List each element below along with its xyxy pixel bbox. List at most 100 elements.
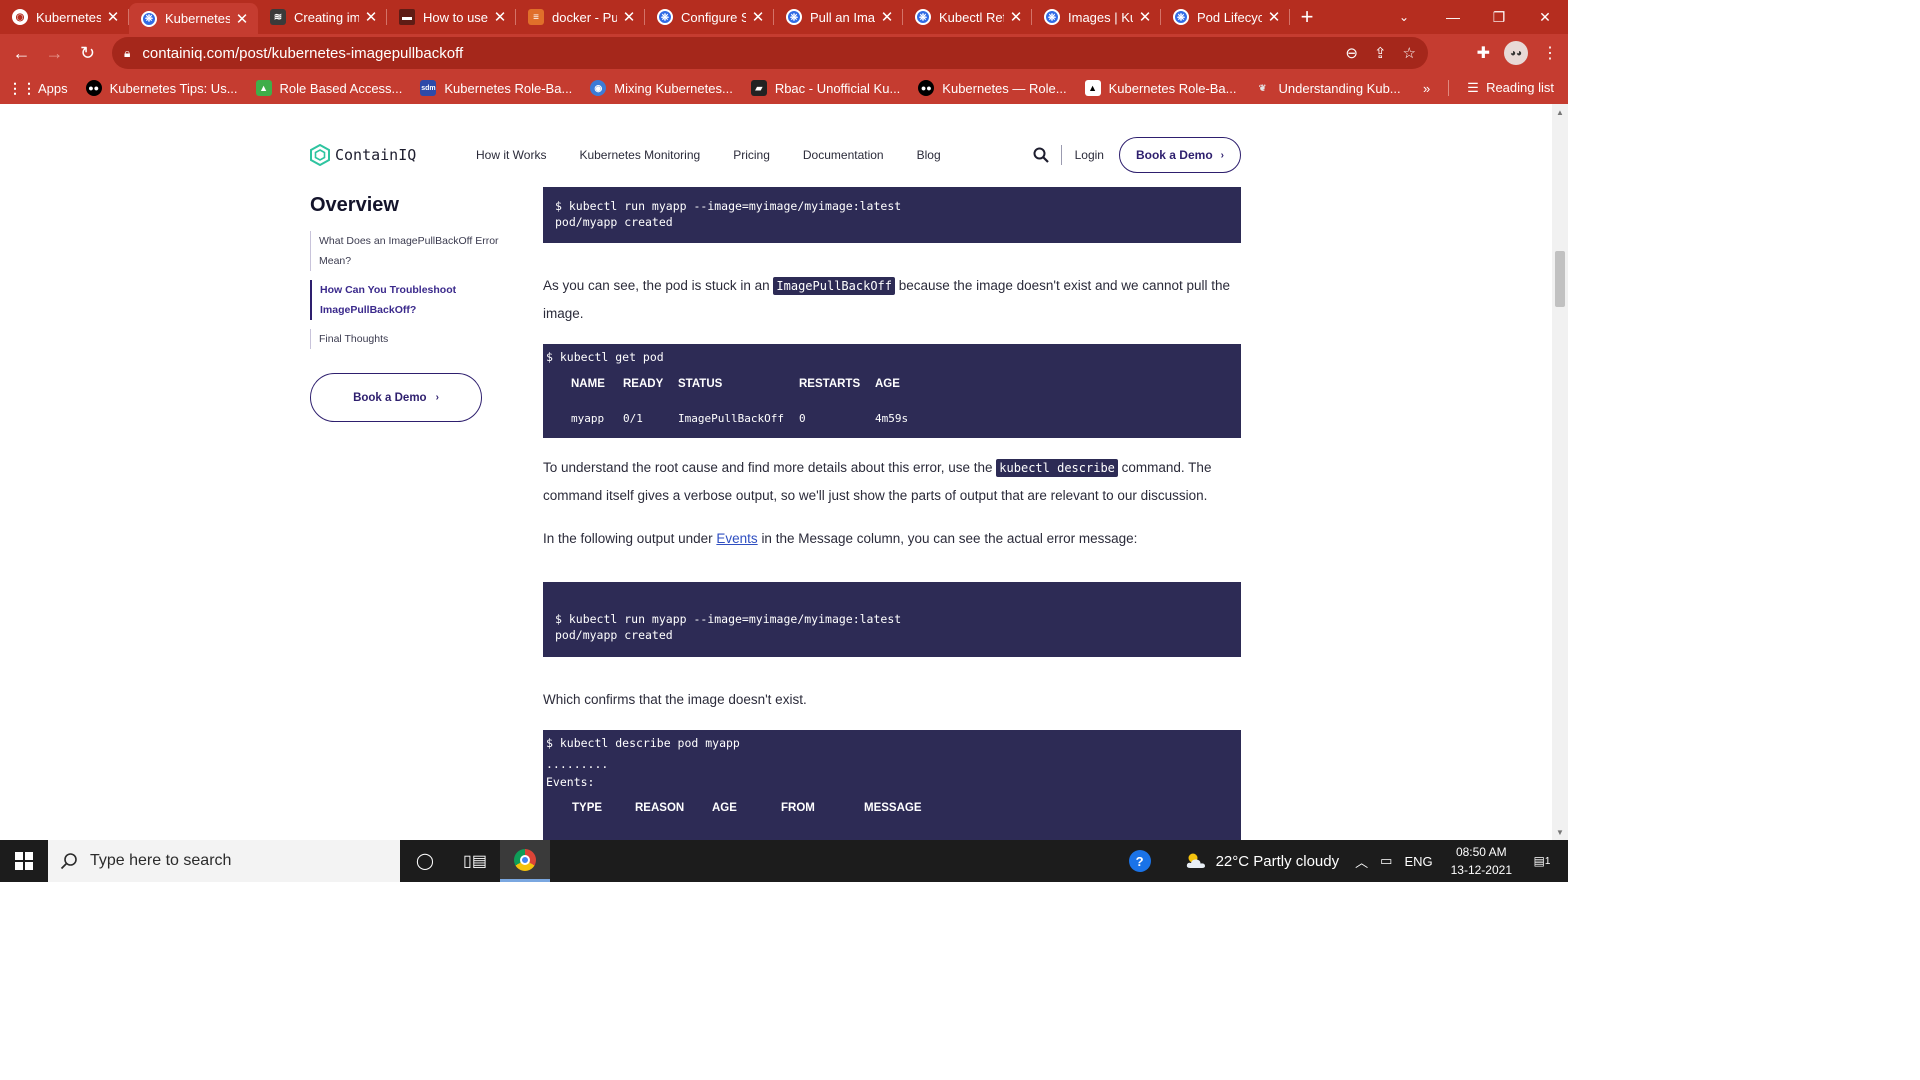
tab-title: Pod Lifecyc — [1197, 9, 1262, 25]
browser-tab[interactable]: ⎈ Pull an Imag ✕ — [774, 0, 903, 34]
reading-list-icon: ☰ — [1467, 80, 1479, 95]
browser-tab[interactable]: ▬ How to use ✕ — [387, 0, 516, 34]
user-icon: ◉ — [590, 80, 607, 96]
bookmark-item[interactable]: ●● Kubernetes — Role... — [918, 80, 1067, 96]
sidebar-book-demo-button[interactable]: Book a Demo › — [310, 373, 482, 422]
toc-item[interactable]: Final Thoughts — [310, 329, 510, 349]
cortana-icon[interactable]: ◯ — [400, 840, 450, 882]
scrollbar-thumb[interactable] — [1555, 251, 1565, 307]
profile-avatar[interactable]: ◕◕ — [1504, 41, 1528, 65]
back-icon[interactable]: ← — [5, 37, 38, 70]
close-icon[interactable]: ✕ — [492, 8, 508, 26]
clock-time: 08:50 AM — [1455, 845, 1507, 859]
kubernetes-icon: ⎈ — [1044, 9, 1060, 25]
book-demo-button[interactable]: Book a Demo › — [1118, 137, 1241, 173]
forward-icon[interactable]: → — [38, 37, 71, 70]
chevron-right-icon: › — [1220, 149, 1224, 161]
close-icon[interactable]: ✕ — [105, 8, 121, 26]
toolbar-actions: ✚ ◕◕ ⋮ — [1477, 34, 1558, 72]
site-header: ContainIQ How it Works Kubernetes Monito… — [310, 136, 1241, 174]
lock-icon[interactable]: 🔒︎ — [124, 46, 130, 61]
close-icon[interactable]: ✕ — [234, 10, 250, 28]
menu-icon[interactable]: ⋮ — [1542, 43, 1558, 63]
reload-icon[interactable]: ↻ — [71, 37, 104, 70]
browser-tab[interactable]: ⎈ Configure S ✕ — [645, 0, 774, 34]
close-window-icon[interactable]: ✕ — [1522, 0, 1568, 34]
browser-tab-active[interactable]: ⎈ Kubernetes ✕ — [129, 3, 258, 34]
new-tab-button[interactable]: + — [1290, 0, 1324, 34]
code-line: ......... — [546, 757, 609, 771]
partly-cloudy-icon[interactable] — [1184, 852, 1208, 870]
paragraph: Which confirms that the image doesn't ex… — [543, 692, 807, 707]
bookmark-star-icon[interactable]: ☆ — [1403, 44, 1416, 62]
chevron-down-icon[interactable]: ⌄ — [1392, 0, 1416, 34]
bookmark-item[interactable]: ⋮⋮ Apps — [8, 80, 68, 96]
url-text[interactable]: containiq.com/post/kubernetes-imagepullb… — [142, 45, 463, 62]
code-block: $ kubectl run myapp --image=myimage/myim… — [543, 582, 1241, 657]
reading-list-button[interactable]: ☰ Reading list — [1467, 80, 1554, 96]
weather-text[interactable]: 22°C Partly cloudy — [1216, 853, 1340, 870]
bookmark-item[interactable]: ▲ Role Based Access... — [255, 80, 402, 96]
share-icon[interactable]: ⇪ — [1374, 44, 1387, 62]
containiq-logo-icon — [310, 144, 330, 166]
nav-documentation[interactable]: Documentation — [803, 148, 884, 162]
bookmark-item[interactable]: ▲ Kubernetes Role-Ba... — [1084, 80, 1237, 96]
zoom-icon[interactable]: ⊖ — [1345, 44, 1358, 62]
toc-item-active[interactable]: How Can You Troubleshoot ImagePullBackOf… — [310, 280, 510, 320]
search-icon[interactable] — [1033, 147, 1049, 163]
task-view-icon[interactable]: ▯▤ — [450, 840, 500, 882]
close-icon[interactable]: ✕ — [879, 8, 895, 26]
close-icon[interactable]: ✕ — [1008, 8, 1024, 26]
chevron-up-icon[interactable]: ︿ — [1355, 852, 1368, 871]
browser-tab[interactable]: ⎈ Kubectl Ref ✕ — [903, 0, 1032, 34]
table-header: RESTARTS — [799, 378, 861, 390]
nav-pricing[interactable]: Pricing — [733, 148, 770, 162]
nav-kubernetes-monitoring[interactable]: Kubernetes Monitoring — [579, 148, 700, 162]
restore-icon[interactable]: ❐ — [1476, 0, 1522, 34]
close-icon[interactable]: ✕ — [1266, 8, 1282, 26]
site-logo[interactable]: ContainIQ — [310, 144, 416, 166]
code-line: $ kubectl describe pod myapp — [546, 736, 740, 750]
kubernetes-icon: ⎈ — [657, 9, 673, 25]
code-line: pod/myapp created — [555, 628, 673, 642]
notification-count: 1 — [1544, 855, 1551, 867]
chrome-taskbar-button[interactable] — [500, 840, 550, 882]
nav-how-it-works[interactable]: How it Works — [476, 148, 546, 162]
browser-tab[interactable]: ⎈ Images | Ku ✕ — [1032, 0, 1161, 34]
browser-tab[interactable]: ⎈ Pod Lifecyc ✕ — [1161, 0, 1290, 34]
toc-item[interactable]: What Does an ImagePullBackOff Error Mean… — [310, 231, 510, 271]
close-icon[interactable]: ✕ — [621, 8, 637, 26]
page-scrollbar[interactable]: ▲ ▼ — [1552, 104, 1568, 840]
kubernetes-icon: ⎈ — [1173, 9, 1189, 25]
events-link[interactable]: Events — [716, 531, 757, 546]
help-icon[interactable]: ? — [1128, 850, 1151, 872]
system-tray: ? 22°C Partly cloudy ︿ ▭ ENG 08:50 AM 13… — [1128, 840, 1568, 882]
address-bar[interactable]: 🔒︎ containiq.com/post/kubernetes-imagepu… — [112, 37, 1428, 69]
network-icon[interactable]: ▭ — [1380, 853, 1392, 869]
minimize-icon[interactable]: — — [1430, 0, 1476, 34]
start-button[interactable] — [0, 840, 48, 882]
scroll-up-icon[interactable]: ▲ — [1552, 104, 1568, 120]
extensions-icon[interactable]: ✚ — [1477, 43, 1490, 63]
login-link[interactable]: Login — [1075, 148, 1104, 162]
more-bookmarks-icon[interactable]: » — [1423, 81, 1430, 96]
taskbar-search[interactable]: Type here to search — [48, 840, 400, 882]
bookmark-item[interactable]: ◉ Mixing Kubernetes... — [590, 80, 733, 96]
table-header: REASON — [635, 802, 685, 814]
language-indicator[interactable]: ENG — [1404, 854, 1432, 869]
browser-tab[interactable]: ≋ Creating im ✕ — [258, 0, 387, 34]
close-icon[interactable]: ✕ — [1137, 8, 1153, 26]
scroll-down-icon[interactable]: ▼ — [1552, 824, 1568, 840]
bookmark-item[interactable]: ❦ Understanding Kub... — [1255, 80, 1401, 96]
table-header: READY — [623, 378, 664, 390]
browser-tab[interactable]: ◉ Kubernetes ✕ — [0, 0, 129, 34]
notification-icon[interactable]: ▤ 1 — [1530, 850, 1554, 872]
bookmark-item[interactable]: ▰ Rbac - Unofficial Ku... — [750, 80, 900, 96]
close-icon[interactable]: ✕ — [363, 8, 379, 26]
browser-tab[interactable]: ≡ docker - Pu ✕ — [516, 0, 645, 34]
bookmark-item[interactable]: sdm Kubernetes Role-Ba... — [420, 80, 572, 96]
clock[interactable]: 08:50 AM 13-12-2021 — [1451, 843, 1512, 879]
bookmark-item[interactable]: ●● Kubernetes Tips: Us... — [85, 80, 238, 96]
close-icon[interactable]: ✕ — [750, 8, 766, 26]
nav-blog[interactable]: Blog — [917, 148, 941, 162]
